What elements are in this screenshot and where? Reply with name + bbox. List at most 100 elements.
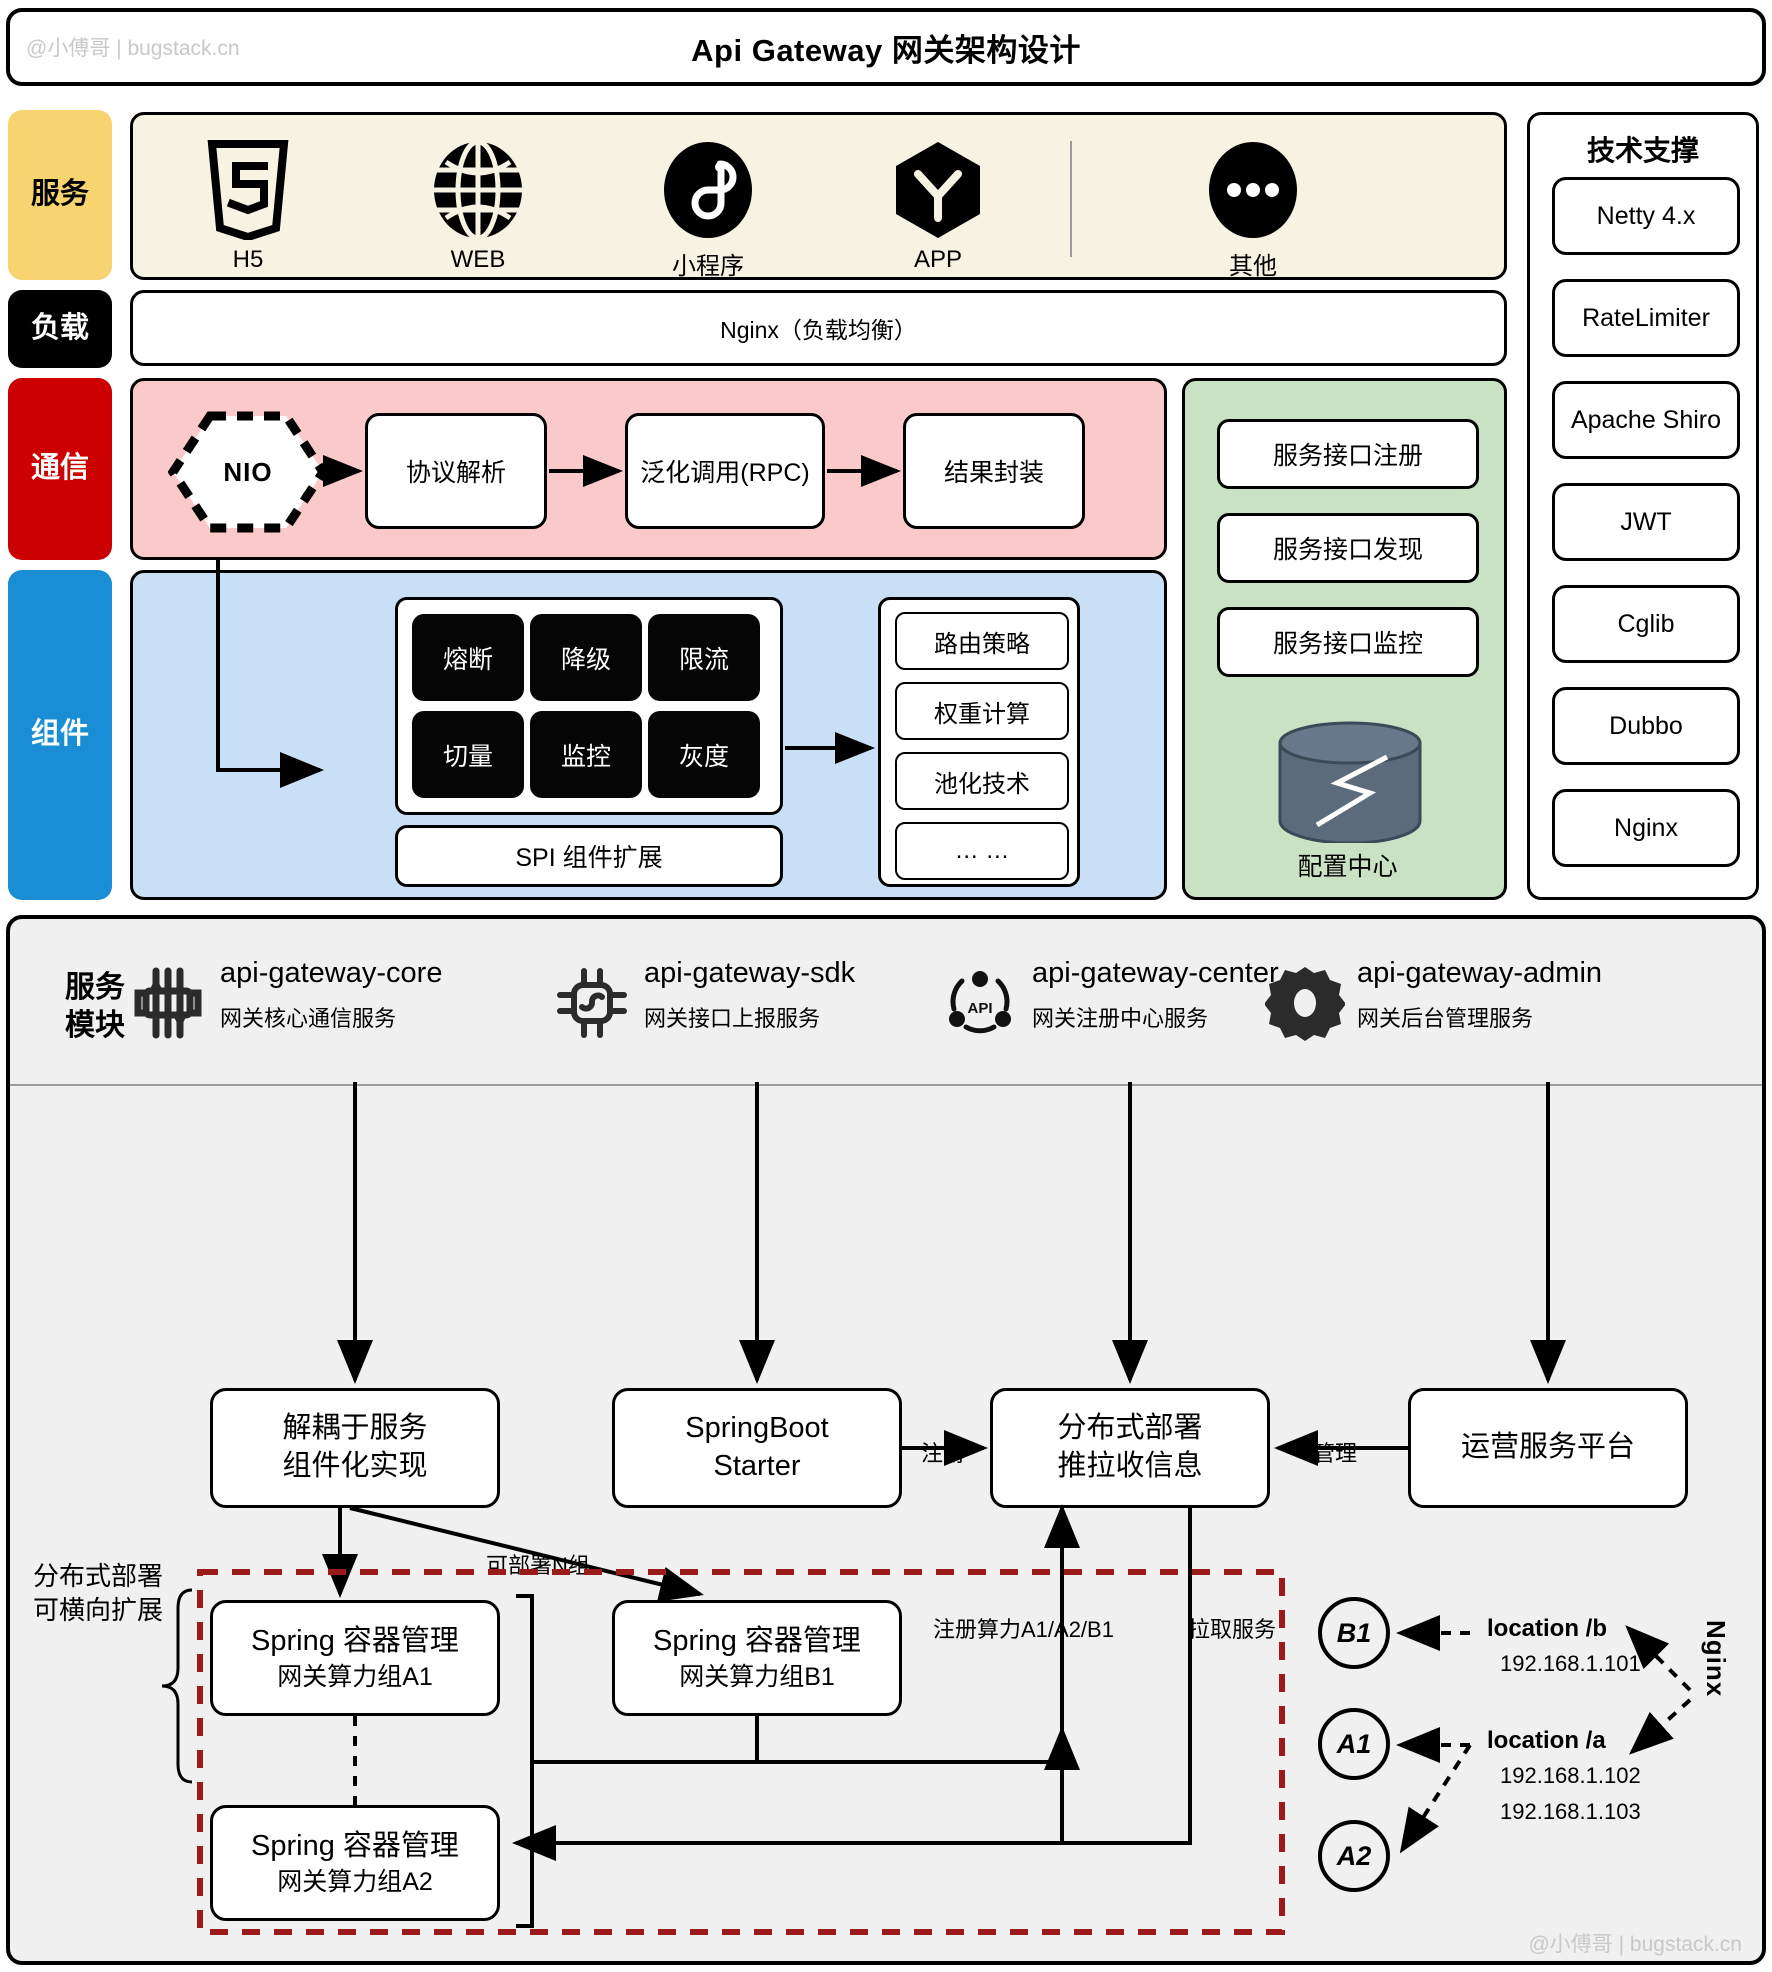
routing-node-a1: A1 [1318,1708,1390,1780]
component-tile-fuse-label: 熔断 [442,645,493,674]
tech-item-ratelimiter-label: RateLimiter [1582,303,1710,332]
module-api-gateway-sdk-desc: 网关接口上报服务 [644,1006,821,1031]
layer-tab-service-label: 服务 [30,178,89,211]
deployment-group-b1-line1: Spring 容器管理 [653,1624,861,1657]
component-tile-traffic-label: 切量 [442,742,493,771]
config-center-label: 配置中心 [1297,853,1398,881]
deployment-box-center-line1: 分布式部署 [1057,1412,1203,1445]
policy-item-more-label: … … [954,837,1010,864]
deployment-box-center: 分布式部署 推拉收信息 [990,1388,1270,1508]
policy-item-route-label: 路由策略 [934,630,1030,658]
nio-label: NIO [223,456,273,487]
tech-item-nginx-label: Nginx [1614,813,1678,842]
edge-label-register: 注册 [918,1436,969,1468]
service-item-app: APP [863,137,1013,274]
deployment-group-a2-line2: 网关算力组A2 [277,1867,433,1896]
comm-step-protocol: 协议解析 [365,413,547,529]
deployment-box-core-line1: 解耦于服务 [282,1412,428,1445]
edge-label-deploy-n: 可部署N组 [483,1548,593,1580]
component-tile-traffic: 切量 [412,711,524,798]
tech-item-dubbo-label: Dubbo [1609,711,1683,740]
tech-item-shiro-label: Apache Shiro [1570,405,1722,434]
spi-extension-label: SPI 组件扩展 [515,844,663,872]
layer-tab-communication: 通信 [8,378,112,560]
horizontal-scale-label-line1: 分布式部署 [32,1561,163,1591]
deployment-box-core-line2: 组件化实现 [282,1450,428,1482]
load-balancer-label: Nginx（负载均衡） [720,317,917,343]
mini-program-icon [633,137,783,242]
tech-item-nginx: Nginx [1552,789,1740,867]
deployment-box-center-line2: 推拉收信息 [1057,1450,1203,1482]
spi-extension-box: SPI 组件扩展 [395,825,783,887]
component-tile-monitor: 监控 [530,711,642,798]
component-tile-gray-label: 灰度 [678,742,729,771]
policy-item-more: … … [895,822,1069,880]
route-location-a: location /a [1487,1727,1606,1754]
component-tile-monitor-label: 监控 [560,742,611,771]
service-item-other: 其他 [1178,137,1328,281]
communication-panel: NIO 协议解析 泛化调用(RPC) 结果封装 [130,378,1167,560]
policy-frame: 路由策略 权重计算 池化技术 … … [878,597,1080,887]
deployment-box-admin-line1: 运营服务平台 [1460,1431,1635,1464]
module-api-gateway-center-desc: 网关注册中心服务 [1032,1006,1209,1031]
registry-item-discovery-label: 服务接口发现 [1272,536,1423,564]
routing-node-a1-label: A1 [1336,1728,1372,1759]
policy-item-weight-label: 权重计算 [934,700,1030,728]
tech-item-jwt: JWT [1552,483,1740,561]
layer-tab-component-label: 组件 [30,718,89,751]
deployment-group-a1-line1: Spring 容器管理 [251,1624,459,1657]
registry-item-monitor: 服务接口监控 [1217,607,1479,677]
html5-icon [173,137,323,242]
app-icon [863,137,1013,242]
service-item-miniprogram-label: 小程序 [672,253,744,280]
module-api-gateway-sdk-name: api-gateway-sdk [644,957,856,989]
page-title: Api Gateway 网关架构设计 [691,32,1081,68]
routing-node-b1: B1 [1318,1597,1390,1669]
comm-step-result: 结果封装 [903,413,1085,529]
tech-item-cglib: Cglib [1552,585,1740,663]
layer-tab-service: 服务 [8,110,112,280]
tech-item-netty: Netty 4.x [1552,177,1740,255]
route-ip-a-1: 192.168.1.103 [1500,1799,1641,1824]
component-tile-frame: 熔断 降级 限流 切量 监控 灰度 [395,597,783,815]
module-api-gateway-core-name: api-gateway-core [220,957,443,989]
routing-node-a2-label: A2 [1336,1840,1372,1871]
architecture-diagram: @小傅哥 | bugstack.cn Api Gateway 网关架构设计 服务… [0,0,1772,1972]
tech-item-dubbo: Dubbo [1552,687,1740,765]
nio-hexagon: NIO [168,411,328,533]
component-tile-degrade: 降级 [530,614,642,701]
watermark-bottom: @小傅哥 | bugstack.cn [1528,1933,1742,1956]
service-item-miniprogram: 小程序 [633,137,783,281]
policy-item-pool-label: 池化技术 [934,770,1030,798]
sdk-chip-icon [552,963,632,1043]
routing-node-b1-label: B1 [1336,1617,1372,1648]
api-circle-icon: API [940,963,1020,1043]
component-tile-degrade-label: 降级 [560,645,611,674]
module-api-gateway-admin-name: api-gateway-admin [1357,957,1603,989]
component-tile-ratelimit: 限流 [648,614,760,701]
service-divider [1070,141,1072,257]
deployment-group-a2-line1: Spring 容器管理 [251,1829,459,1862]
edge-label-pull-service: 拉取服务 [1185,1612,1280,1644]
comm-step-result-label: 结果封装 [943,459,1044,487]
deployment-group-a1-line2: 网关算力组A1 [277,1662,433,1691]
module-api-gateway-center-name: api-gateway-center [1032,957,1279,989]
service-channel-band: H5 WEB 小程序 APP 其他 [130,112,1507,280]
registry-item-discovery: 服务接口发现 [1217,513,1479,583]
comm-step-protocol-label: 协议解析 [405,459,506,487]
tech-item-jwt-label: JWT [1620,507,1672,536]
deployment-group-b1-line2: 网关算力组B1 [679,1662,835,1691]
tech-item-ratelimiter: RateLimiter [1552,279,1740,357]
registry-item-register: 服务接口注册 [1217,419,1479,489]
globe-icon [403,137,553,242]
registry-item-monitor-label: 服务接口监控 [1272,630,1423,658]
core-chip-icon [128,963,208,1043]
module-api-gateway-admin-desc: 网关后台管理服务 [1357,1006,1534,1031]
policy-item-weight: 权重计算 [895,682,1069,740]
gear-icon [1264,963,1346,1043]
deployment-box-springboot-line1: SpringBoot [685,1412,829,1445]
deployment-box-springboot: SpringBoot Starter [612,1388,902,1508]
service-item-web-label: WEB [450,246,506,273]
service-item-h5-label: H5 [232,246,264,273]
component-tile-ratelimit-label: 限流 [678,645,729,674]
